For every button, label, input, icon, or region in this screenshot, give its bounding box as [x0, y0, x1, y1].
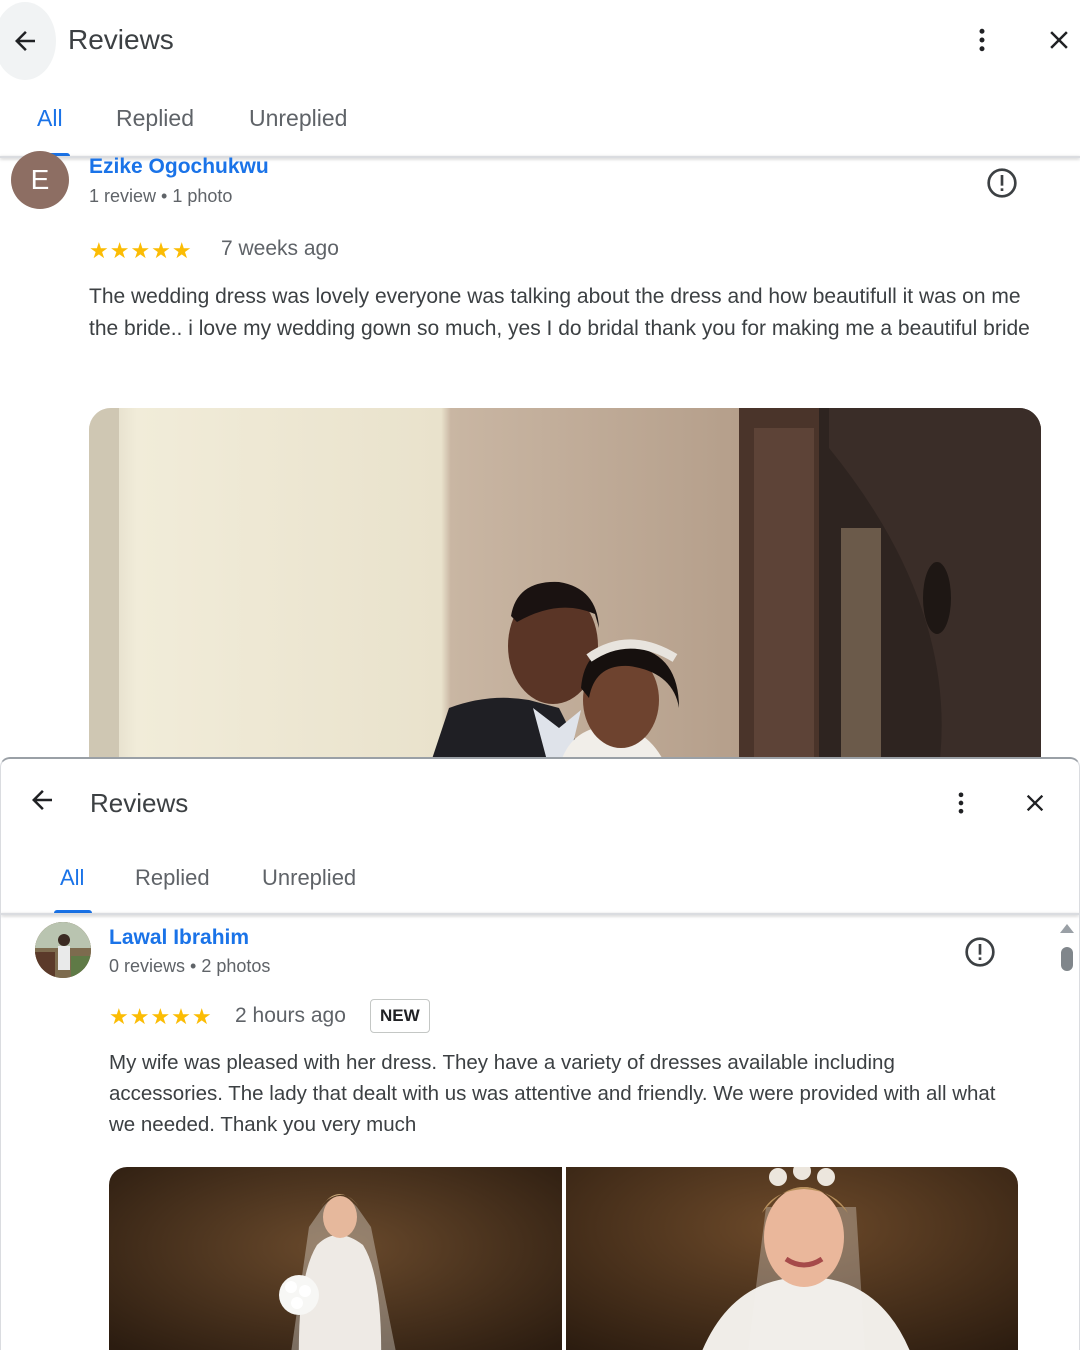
review-time: 2 hours ago: [235, 1004, 346, 1027]
tab-replied[interactable]: Replied: [135, 865, 210, 891]
close-icon: [1050, 31, 1068, 49]
scroll-up-arrow[interactable]: [1060, 924, 1074, 933]
more-options-button[interactable]: [960, 18, 1004, 62]
tab-all[interactable]: All: [60, 865, 84, 891]
close-button[interactable]: [1037, 18, 1080, 62]
scrollbar-thumb[interactable]: [1061, 947, 1073, 971]
tab-unreplied[interactable]: Unreplied: [249, 105, 347, 132]
report-button[interactable]: [963, 935, 997, 969]
panel-header: Reviews: [0, 0, 1080, 82]
tabs-divider: [1, 913, 1079, 915]
review-photo-2[interactable]: [566, 1167, 1018, 1350]
more-options-button[interactable]: [939, 781, 983, 825]
avatar[interactable]: E: [11, 151, 69, 209]
avatar-photo-image: [35, 922, 91, 978]
tab-replied[interactable]: Replied: [116, 105, 194, 132]
reviewer-name[interactable]: Lawal Ibrahim: [109, 926, 249, 950]
star-rating: ★★★★★: [89, 238, 193, 263]
review-photo[interactable]: [89, 408, 1041, 757]
arrow-back-icon: [15, 31, 35, 51]
review-photo-1[interactable]: [109, 1167, 562, 1350]
report-flag-icon: [987, 168, 1017, 198]
bride-portrait-image: [566, 1167, 1018, 1350]
more-vert-icon: [958, 792, 964, 814]
reviews-panel-2: Reviews All Replied Unreplied Lawal Ibra…: [0, 757, 1080, 1350]
avatar[interactable]: [35, 922, 91, 978]
review-text: My wife was pleased with her dress. They…: [109, 1051, 996, 1136]
panel-header: Reviews: [1, 759, 1079, 841]
bride-photo-image: [109, 1167, 562, 1350]
back-button[interactable]: [21, 779, 63, 821]
reviewer-meta: 1 review • 1 photo: [89, 186, 233, 206]
close-icon: [1026, 794, 1044, 812]
star-rating: ★★★★★: [109, 1004, 213, 1029]
reviewer-meta: 0 reviews • 2 photos: [109, 956, 271, 976]
close-button[interactable]: [1013, 781, 1057, 825]
arrow-back-icon: [32, 790, 52, 810]
report-flag-icon: [965, 937, 995, 967]
reviews-panel-1: Reviews All Replied Unreplied E Ezike Og…: [0, 0, 1080, 757]
wedding-photo-image: [89, 408, 1041, 757]
new-badge: NEW: [370, 999, 430, 1033]
report-button[interactable]: [985, 166, 1019, 200]
avatar-letter: E: [30, 164, 50, 195]
review-time: 7 weeks ago: [221, 237, 339, 260]
reviewer-name[interactable]: Ezike Ogochukwu: [89, 155, 269, 179]
tab-unreplied[interactable]: Unreplied: [262, 865, 356, 891]
more-vert-icon: [979, 28, 985, 52]
tab-all[interactable]: All: [37, 105, 63, 132]
review-text: The wedding dress was lovely everyone wa…: [89, 285, 1030, 340]
page-title: Reviews: [90, 788, 189, 818]
back-button[interactable]: [0, 2, 56, 80]
page-title: Reviews: [68, 24, 174, 55]
